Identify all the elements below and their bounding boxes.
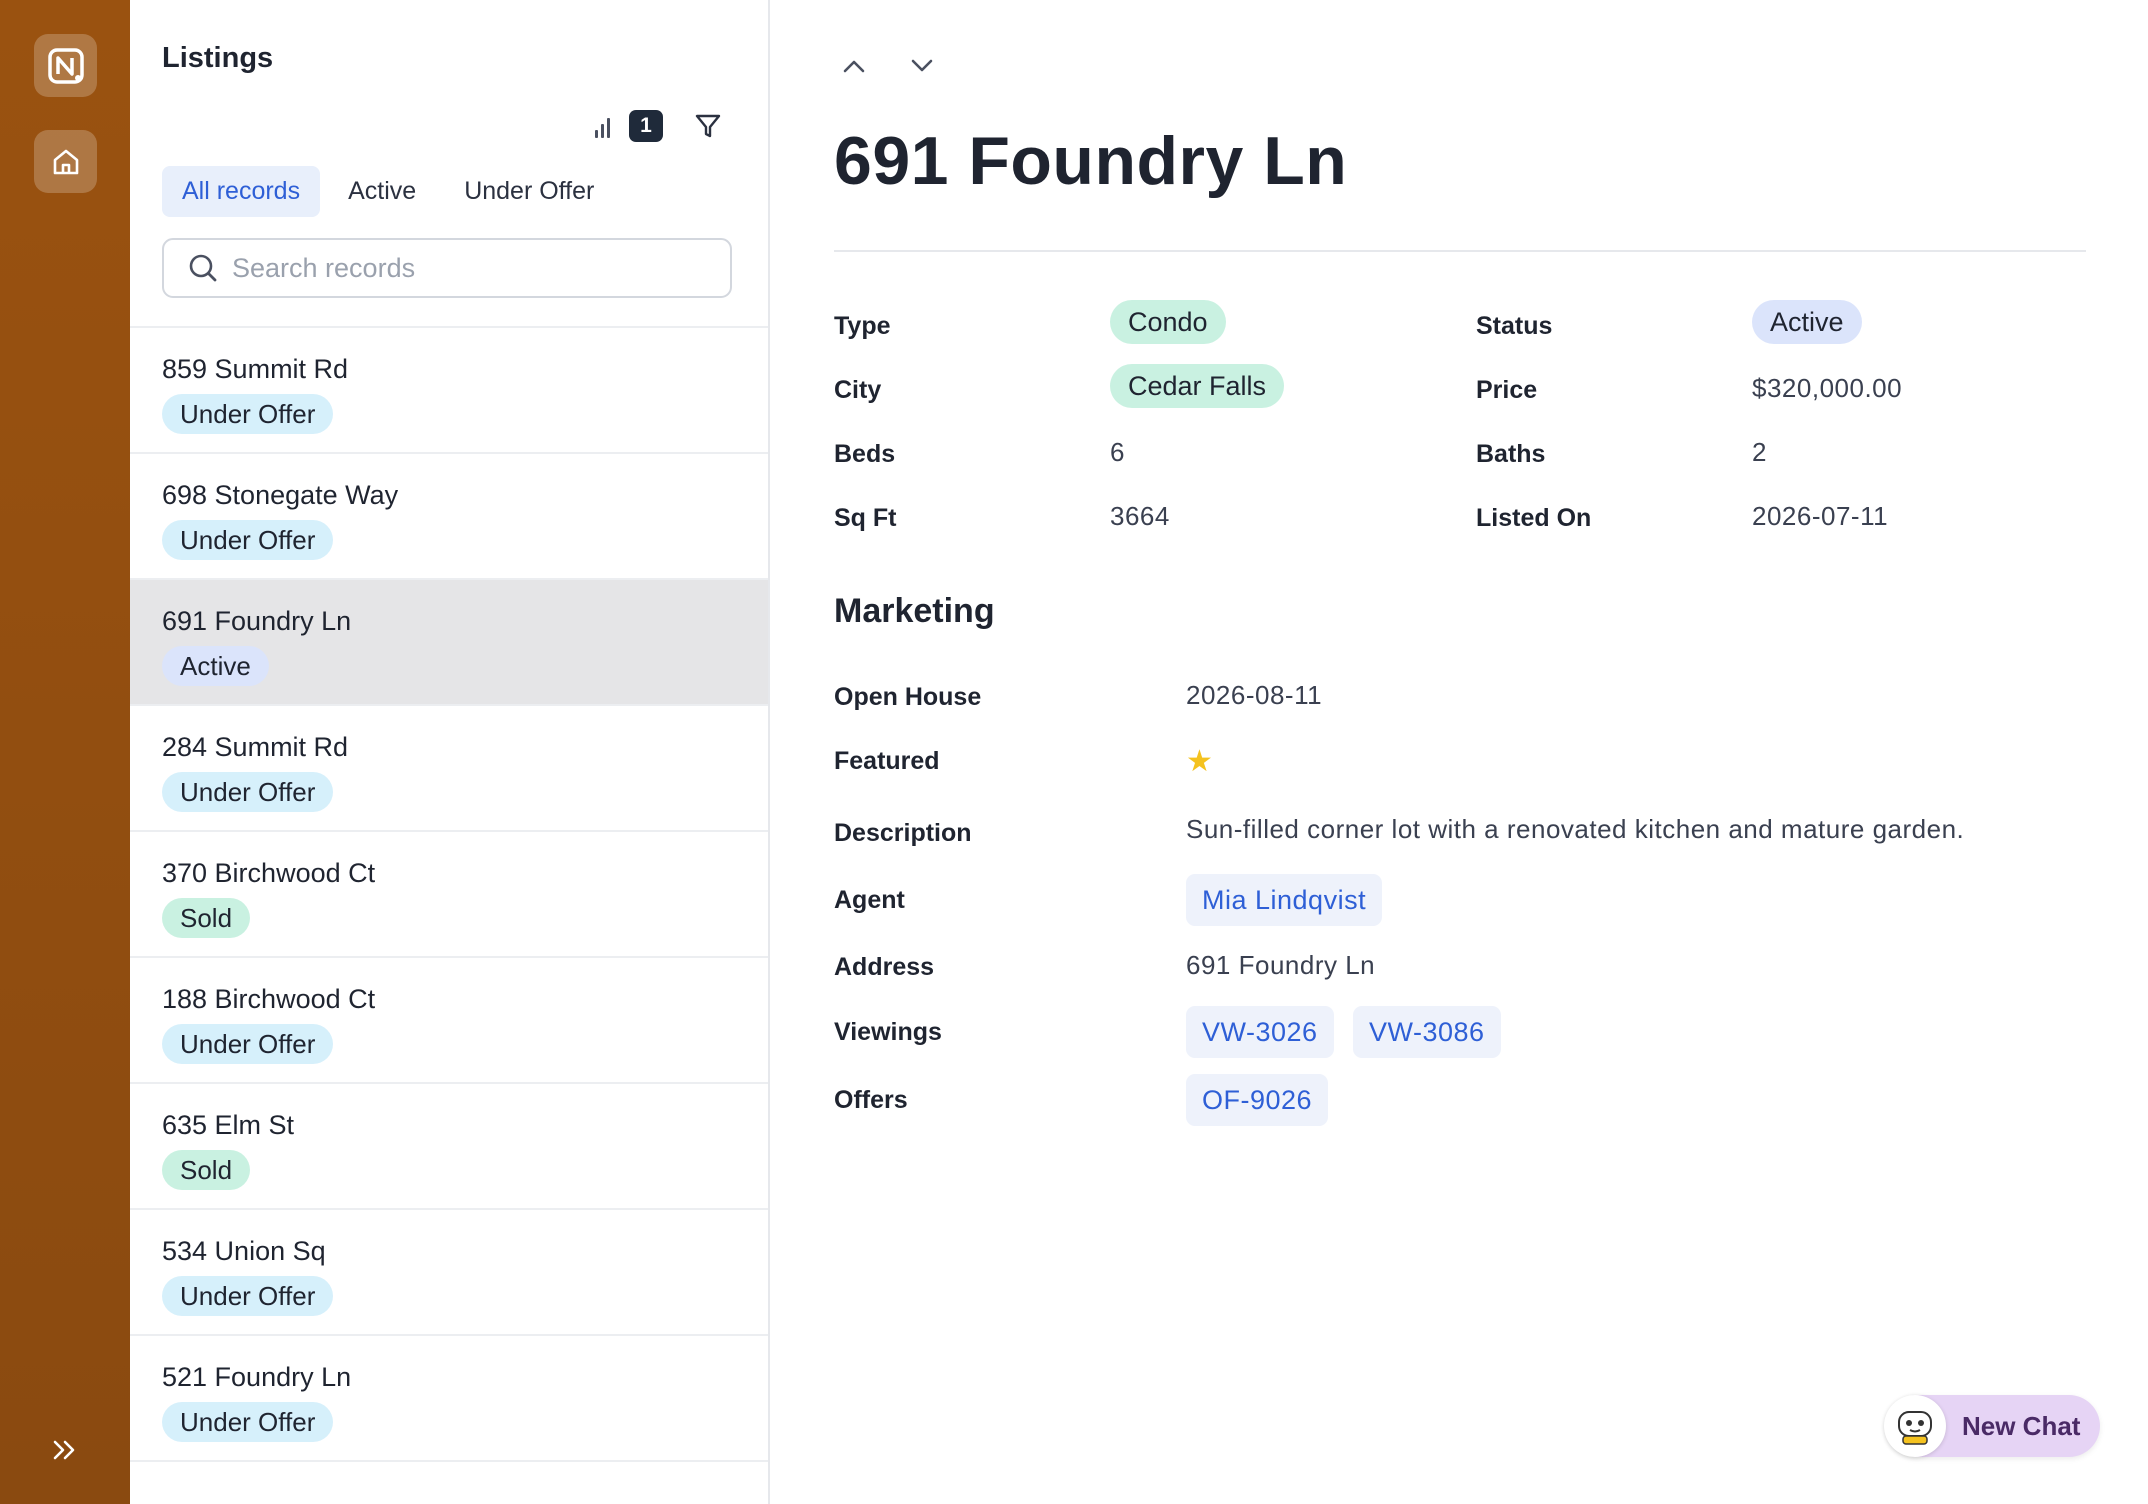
- listed-on-label: Listed On: [1476, 504, 1592, 532]
- viewing-link[interactable]: VW-3026: [1186, 1006, 1334, 1058]
- record-title: 698 Stonegate Way: [162, 480, 399, 510]
- baths-label: Baths: [1476, 440, 1546, 468]
- nav-rail: [0, 0, 130, 1504]
- beds-label: Beds: [834, 440, 896, 468]
- status-badge: Under Offer: [162, 772, 334, 812]
- price-value: $320,000.00: [1752, 373, 1903, 403]
- offers-label: Offers: [834, 1086, 908, 1114]
- beds-value: 6: [1110, 437, 1125, 467]
- section-title-marketing: Marketing: [834, 592, 995, 630]
- app-window: Listings 1 All records Active Under Offe…: [0, 0, 2148, 1504]
- record-title: 534 Union Sq: [162, 1236, 326, 1266]
- new-chat-button[interactable]: New Chat: [1884, 1395, 2100, 1457]
- search-input[interactable]: [230, 251, 714, 285]
- description-value: Sun-filled corner lot with a renovated k…: [1186, 814, 1965, 844]
- open-house-value: 2026-08-11: [1186, 680, 1323, 710]
- list-item[interactable]: 698 Stonegate Way Under Offer: [130, 454, 768, 580]
- viewing-link[interactable]: VW-3086: [1353, 1006, 1501, 1058]
- sqft-label: Sq Ft: [834, 504, 897, 532]
- status-badge: Sold: [162, 898, 251, 938]
- status-badge: Under Offer: [162, 1024, 334, 1064]
- offer-link[interactable]: OF-9026: [1186, 1074, 1329, 1126]
- city-label: City: [834, 376, 882, 404]
- viewings-label: Viewings: [834, 1018, 942, 1046]
- chevron-up-icon[interactable]: [836, 48, 872, 84]
- listed-on-value: 2026-07-11: [1752, 501, 1889, 531]
- app-logo-icon[interactable]: [34, 34, 97, 97]
- status-badge: Active: [162, 646, 269, 686]
- status-badge: Under Offer: [162, 520, 334, 560]
- status-label: Status: [1476, 312, 1553, 340]
- type-tag: Condo: [1110, 300, 1226, 344]
- list-item[interactable]: 635 Elm St Sold: [130, 1084, 768, 1210]
- record-title: 284 Summit Rd: [162, 732, 349, 762]
- tab-active[interactable]: Active: [328, 166, 436, 217]
- page-title: 691 Foundry Ln: [834, 123, 1348, 199]
- records-list: 859 Summit Rd Under Offer 698 Stonegate …: [130, 326, 768, 1462]
- agent-link[interactable]: Mia Lindqvist: [1186, 874, 1383, 926]
- status-badge: Under Offer: [162, 1402, 334, 1442]
- chevron-down-icon[interactable]: [904, 48, 940, 84]
- price-label: Price: [1476, 376, 1538, 404]
- list-toolbar: 1: [595, 108, 723, 144]
- status-badge: Under Offer: [162, 1276, 334, 1316]
- record-tabs: All records Active Under Offer: [162, 166, 614, 217]
- search-box[interactable]: [162, 238, 732, 298]
- record-title: 691 Foundry Ln: [162, 606, 352, 636]
- list-item[interactable]: 521 Foundry Ln Under Offer: [130, 1336, 768, 1462]
- status-badge: Sold: [162, 1150, 251, 1190]
- sqft-value: 3664: [1110, 501, 1170, 531]
- list-item[interactable]: 534 Union Sq Under Offer: [130, 1210, 768, 1336]
- status-badge: Under Offer: [162, 394, 334, 434]
- sort-bars-icon[interactable]: [595, 114, 619, 138]
- list-item[interactable]: 370 Birchwood Ct Sold: [130, 832, 768, 958]
- description-label: Description: [834, 819, 972, 847]
- tab-under-offer[interactable]: Under Offer: [444, 166, 614, 217]
- agent-label: Agent: [834, 886, 905, 914]
- list-title: Listings: [162, 42, 274, 74]
- featured-label: Featured: [834, 747, 940, 775]
- count-badge[interactable]: 1: [629, 110, 663, 142]
- list-item-selected[interactable]: 691 Foundry Ln Active: [130, 580, 768, 706]
- chevrons-right-icon[interactable]: [48, 1433, 82, 1467]
- record-title: 521 Foundry Ln: [162, 1362, 352, 1392]
- record-title: 370 Birchwood Ct: [162, 858, 376, 888]
- city-tag: Cedar Falls: [1110, 364, 1285, 408]
- filter-icon[interactable]: [693, 111, 723, 141]
- record-nav: [836, 48, 940, 84]
- type-label: Type: [834, 312, 891, 340]
- record-title: 859 Summit Rd: [162, 354, 349, 384]
- new-chat-label: New Chat: [1962, 1410, 2081, 1441]
- record-title: 188 Birchwood Ct: [162, 984, 376, 1014]
- divider: [834, 250, 2086, 252]
- list-item[interactable]: 284 Summit Rd Under Offer: [130, 706, 768, 832]
- home-icon[interactable]: [34, 130, 97, 193]
- chat-bot-avatar-icon: [1884, 1395, 1946, 1457]
- status-tag: Active: [1752, 300, 1862, 344]
- open-house-label: Open House: [834, 683, 982, 711]
- list-item[interactable]: 859 Summit Rd Under Offer: [130, 328, 768, 454]
- baths-value: 2: [1752, 437, 1767, 467]
- tab-all-records[interactable]: All records: [162, 166, 321, 217]
- address-value: 691 Foundry Ln: [1186, 950, 1376, 980]
- listings-panel: Listings 1 All records Active Under Offe…: [130, 0, 770, 1504]
- record-title: 635 Elm St: [162, 1110, 295, 1140]
- address-label: Address: [834, 953, 935, 981]
- star-icon: ★: [1186, 745, 1213, 778]
- search-icon: [186, 251, 220, 285]
- record-detail: 691 Foundry Ln Type Condo Status Active …: [768, 0, 2148, 1504]
- list-item[interactable]: 188 Birchwood Ct Under Offer: [130, 958, 768, 1084]
